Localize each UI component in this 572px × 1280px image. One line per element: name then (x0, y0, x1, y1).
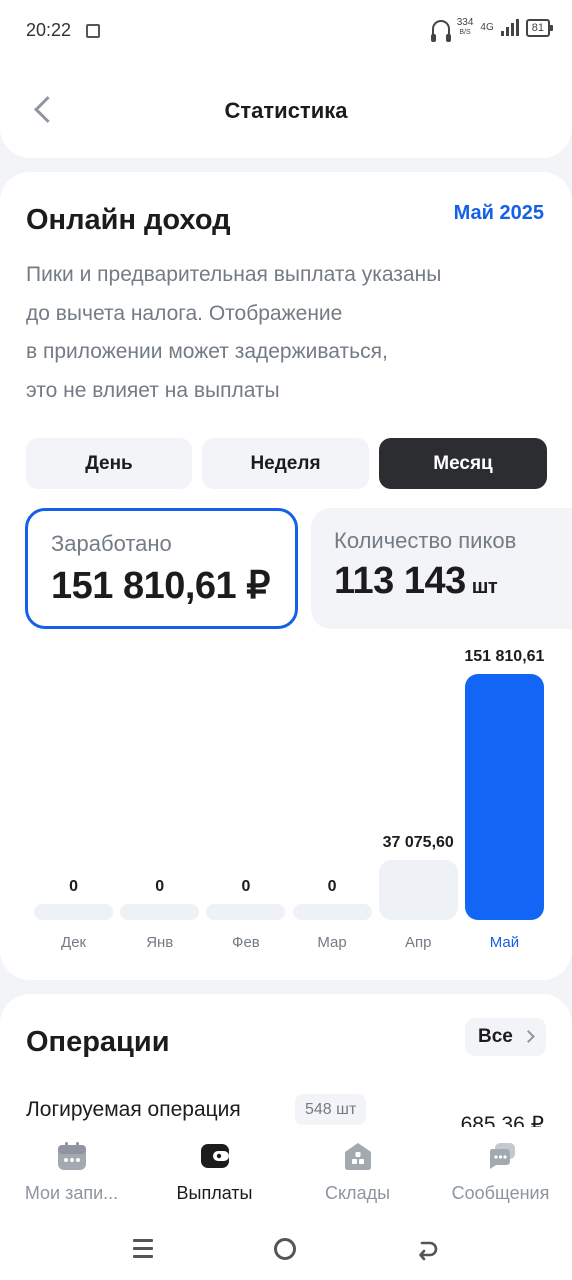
chart-category-label: Янв (146, 934, 174, 951)
network-type: 4G (480, 22, 494, 33)
net-speed: 334 B/S (456, 17, 474, 37)
wallet-icon (200, 1144, 229, 1168)
notification-icon (86, 24, 100, 38)
chart-bar-value-label: 37 075,60 (382, 833, 454, 851)
picks-value-row: 113 143 шт (334, 560, 498, 603)
month-selector[interactable]: Май 2025 (454, 202, 544, 225)
picks-value: 113 143 (334, 560, 466, 602)
tab-warehouses[interactable]: Склады (286, 1127, 429, 1220)
income-card: Онлайн доход Май 2025 Пики и предварител… (0, 172, 572, 980)
income-bar-chart: 0 Дек 0 Янв 0 Фев 0 Мар 37 075,60 Апр 151 810,61 Ма… (0, 642, 572, 962)
bottom-tab-bar: Мои запи... Выплаты Склады Сообщения (0, 1127, 572, 1220)
picks-label: Количество пиков (334, 528, 517, 553)
tab-my-records[interactable]: Мои запи... (0, 1127, 143, 1220)
picks-unit: шт (471, 576, 498, 598)
chevron-right-icon (522, 1030, 535, 1043)
tab-messages[interactable]: Сообщения (429, 1127, 572, 1220)
status-indicators: 334 B/S 4G 81 (430, 17, 554, 42)
chart-bar[interactable] (206, 904, 286, 920)
period-tab-week[interactable]: Неделя (202, 438, 369, 489)
operations-title: Операции (26, 1026, 170, 1058)
income-description: Пики и предварительная выплата указаны д… (26, 263, 442, 402)
system-navigation-bar (0, 1220, 572, 1280)
chart-category-label: Апр (404, 934, 432, 951)
recent-apps-icon[interactable] (133, 1239, 153, 1259)
battery-icon: 81 (525, 19, 554, 37)
chart-bar[interactable] (378, 859, 458, 920)
chart-bar[interactable] (34, 904, 114, 920)
home-icon[interactable] (274, 1238, 296, 1260)
tab-payouts[interactable]: Выплаты (143, 1127, 286, 1220)
earned-value: 151 810,61 ₽ (51, 565, 270, 607)
chart-bar[interactable] (120, 904, 200, 920)
system-back-icon[interactable] (416, 1238, 440, 1262)
signal-icon (500, 19, 519, 36)
header: Статистика (0, 62, 572, 158)
chart-category-label: Дек (61, 934, 87, 951)
operation-count-badge: 548 шт (295, 1094, 367, 1125)
income-title: Онлайн доход (26, 204, 231, 236)
earned-card[interactable]: Заработано 151 810,61 ₽ (25, 508, 298, 629)
chart-category-label: Мар (317, 934, 347, 951)
chart-bar-value-label: 0 (327, 878, 337, 895)
page-title: Статистика (224, 98, 348, 123)
picks-card[interactable]: Количество пиков 113 143 шт (311, 508, 572, 629)
chart-bar-value-label: 151 810,61 (464, 648, 545, 665)
chart-bar[interactable] (292, 904, 372, 920)
operation-name[interactable]: Логируемая операция (26, 1098, 241, 1122)
earned-label: Заработано (51, 531, 172, 556)
chart-category-label: Май (489, 934, 520, 951)
period-tab-month[interactable]: Месяц (379, 438, 547, 489)
chart-bar[interactable] (464, 674, 544, 920)
chart-category-label: Фев (232, 934, 260, 951)
period-tab-day[interactable]: День (26, 438, 192, 489)
all-operations-button[interactable]: Все (465, 1018, 546, 1056)
status-time: 20:22 (26, 20, 72, 40)
calendar-icon (57, 1142, 86, 1170)
warehouse-icon (344, 1143, 371, 1170)
status-bar: 20:22 334 B/S 4G 81 (0, 0, 572, 62)
chat-icon (489, 1143, 515, 1169)
headset-icon (430, 20, 451, 42)
